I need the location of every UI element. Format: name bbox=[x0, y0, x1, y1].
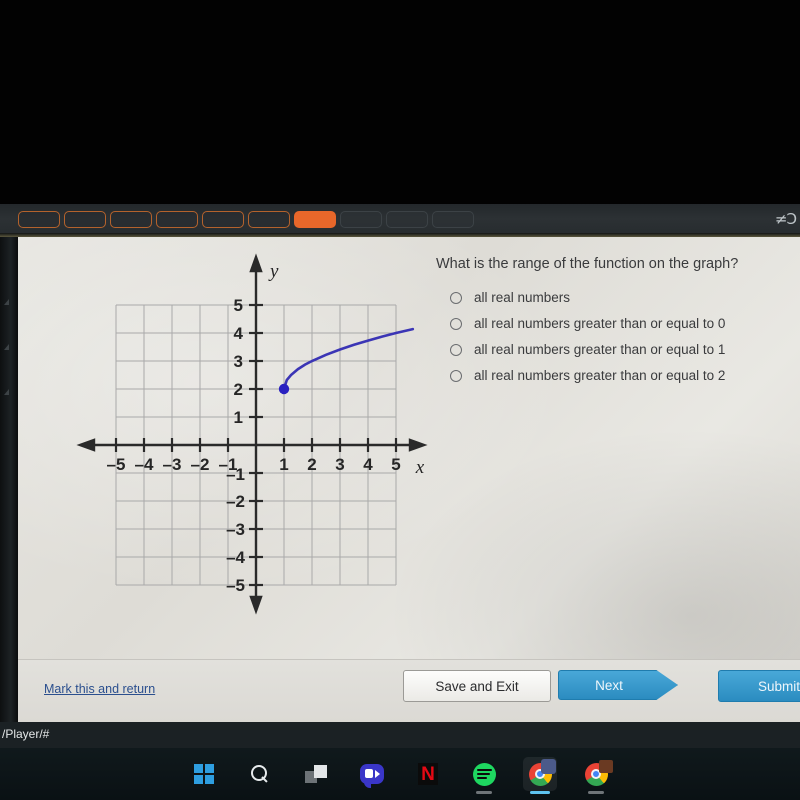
y-axis-arrow bbox=[249, 253, 263, 273]
tabstrip-overflow-icon[interactable]: ≠Ɔ bbox=[775, 210, 797, 228]
taskbar-icon-row: N bbox=[0, 748, 800, 800]
gutter-mark-icon bbox=[4, 389, 9, 395]
running-indicator bbox=[476, 791, 492, 794]
save-and-exit-button[interactable]: Save and Exit bbox=[403, 670, 551, 702]
submit-button[interactable]: Submit bbox=[718, 670, 800, 702]
next-button-label: Next bbox=[595, 677, 623, 693]
radio-button-1[interactable] bbox=[450, 291, 462, 304]
ytick-label: –1 bbox=[226, 465, 245, 484]
chrome-icon bbox=[584, 759, 613, 786]
next-button[interactable]: Next bbox=[558, 670, 678, 700]
netflix-icon: N bbox=[418, 763, 438, 785]
browser-tab[interactable] bbox=[64, 211, 106, 228]
xtick-label: –4 bbox=[135, 455, 154, 474]
quiz-page: –5 –4 –3 –2 –1 1 2 3 4 5 5 4 3 2 1 –1 –2… bbox=[18, 237, 800, 722]
option-label-2: all real numbers greater than or equal t… bbox=[474, 316, 726, 332]
ytick-label: 4 bbox=[234, 324, 244, 343]
ytick-label: –3 bbox=[226, 520, 245, 539]
xtick-label: 2 bbox=[307, 455, 316, 474]
xtick-label: 4 bbox=[363, 455, 373, 474]
xtick-label: 1 bbox=[279, 455, 288, 474]
option-row-1[interactable]: all real numbers bbox=[436, 290, 786, 305]
spotify-icon bbox=[472, 762, 496, 786]
windows-taskbar: N bbox=[0, 748, 800, 800]
gutter-mark-icon bbox=[4, 344, 9, 350]
gutter-mark-icon bbox=[4, 299, 9, 305]
chrome-badge-overlay-icon bbox=[598, 759, 613, 773]
curve-endpoint-dot bbox=[278, 383, 290, 395]
question-column: What is the range of the function on the… bbox=[436, 255, 786, 394]
y-axis-label: y bbox=[268, 261, 279, 282]
function-graph: –5 –4 –3 –2 –1 1 2 3 4 5 5 4 3 2 1 –1 –2… bbox=[48, 245, 428, 615]
browser-tab-active[interactable] bbox=[294, 211, 336, 228]
x-axis-arrow bbox=[408, 438, 428, 452]
browser-tab-strip: ≠Ɔ bbox=[0, 204, 800, 237]
taskbar-zoom-button[interactable] bbox=[355, 757, 389, 791]
ytick-label: 1 bbox=[234, 408, 243, 427]
ytick-label: –5 bbox=[226, 576, 245, 595]
xtick-label: –5 bbox=[107, 455, 126, 474]
taskbar-spotify-button[interactable] bbox=[467, 757, 501, 794]
option-row-3[interactable]: all real numbers greater than or equal t… bbox=[436, 342, 786, 357]
graph-svg: –5 –4 –3 –2 –1 1 2 3 4 5 5 4 3 2 1 –1 –2… bbox=[76, 253, 428, 615]
status-bar-url: /Player/# bbox=[2, 727, 50, 741]
ytick-label: 5 bbox=[234, 296, 243, 315]
y-axis-arrow-down bbox=[249, 595, 263, 615]
option-label-4: all real numbers greater than or equal t… bbox=[474, 368, 726, 384]
search-icon bbox=[250, 764, 270, 784]
photographed-laptop-screen: ≠Ɔ –5 –4 –3 –2 –1 1 2 3 4 5 5 4 3 2 1 –1… bbox=[0, 0, 800, 800]
taskbar-start-button[interactable] bbox=[187, 757, 221, 791]
radio-button-4[interactable] bbox=[450, 369, 462, 382]
windows-logo-icon bbox=[194, 764, 214, 784]
option-label-1: all real numbers bbox=[474, 290, 571, 306]
xtick-label: 5 bbox=[391, 455, 400, 474]
browser-tab[interactable] bbox=[202, 211, 244, 228]
browser-tab[interactable] bbox=[156, 211, 198, 228]
browser-status-bar: /Player/# bbox=[0, 722, 800, 748]
ytick-label: 2 bbox=[234, 380, 243, 399]
xtick-label: –2 bbox=[191, 455, 210, 474]
taskbar-netflix-button[interactable]: N bbox=[411, 757, 445, 791]
video-camera-icon bbox=[360, 764, 384, 788]
ytick-label: –4 bbox=[226, 548, 245, 567]
xtick-label: 3 bbox=[335, 455, 344, 474]
browser-tab[interactable] bbox=[110, 211, 152, 228]
browser-tab[interactable] bbox=[432, 211, 474, 228]
browser-tab[interactable] bbox=[340, 211, 382, 228]
quiz-footer: Mark this and return Save and Exit Next … bbox=[18, 659, 800, 722]
dark-bezel-area bbox=[0, 0, 800, 205]
square-root-curve bbox=[282, 327, 415, 391]
ytick-label: –2 bbox=[226, 492, 245, 511]
task-view-icon bbox=[305, 765, 327, 783]
taskbar-chrome-button-2[interactable] bbox=[579, 757, 613, 794]
option-row-4[interactable]: all real numbers greater than or equal t… bbox=[436, 368, 786, 383]
taskbar-task-view-button[interactable] bbox=[299, 757, 333, 791]
x-axis-label: x bbox=[415, 457, 425, 478]
active-window-indicator bbox=[530, 791, 550, 794]
browser-tab[interactable] bbox=[386, 211, 428, 228]
browser-tab[interactable] bbox=[248, 211, 290, 228]
screen-left-gutter bbox=[0, 237, 18, 727]
question-text: What is the range of the function on the… bbox=[436, 256, 739, 272]
option-label-3: all real numbers greater than or equal t… bbox=[474, 342, 726, 358]
option-row-2[interactable]: all real numbers greater than or equal t… bbox=[436, 316, 786, 331]
ytick-label: 3 bbox=[234, 352, 243, 371]
xtick-label: –3 bbox=[163, 455, 182, 474]
taskbar-search-button[interactable] bbox=[243, 757, 277, 791]
taskbar-chrome-button-active[interactable] bbox=[523, 757, 557, 794]
mark-this-and-return-link[interactable]: Mark this and return bbox=[44, 682, 155, 696]
chrome-icon bbox=[528, 758, 556, 786]
x-axis-arrow-left bbox=[76, 438, 96, 452]
radio-button-3[interactable] bbox=[450, 343, 462, 356]
chrome-badge-overlay-icon bbox=[540, 758, 556, 774]
browser-tab[interactable] bbox=[18, 211, 60, 228]
running-indicator bbox=[588, 791, 604, 794]
radio-button-2[interactable] bbox=[450, 317, 462, 330]
